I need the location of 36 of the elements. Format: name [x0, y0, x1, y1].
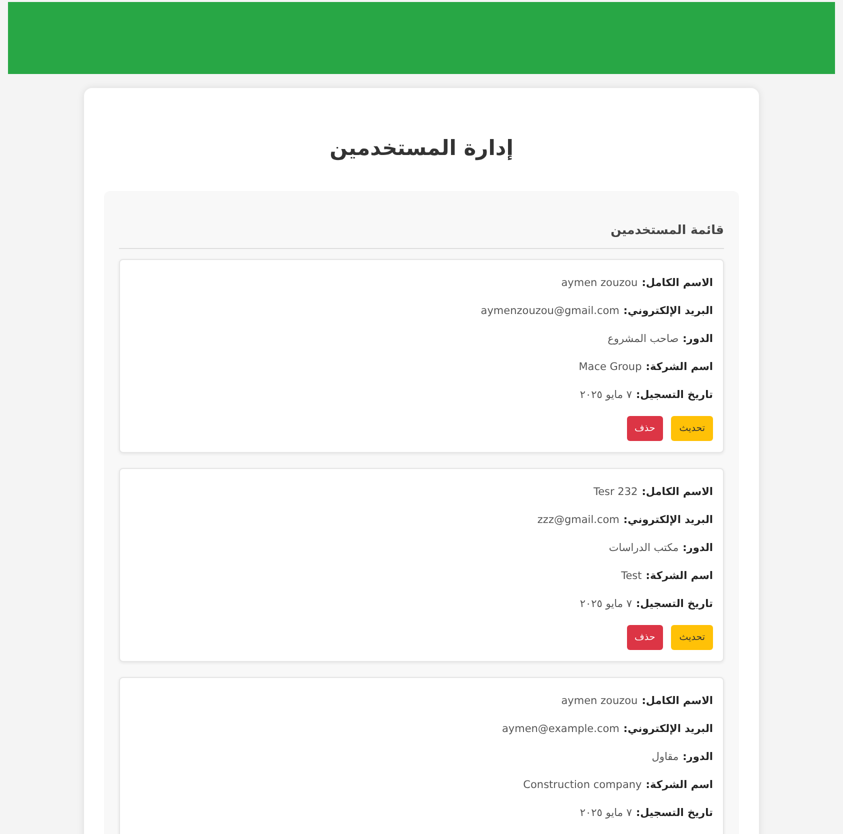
field-label: تاريخ التسجيل:: [636, 596, 713, 611]
field-value: مقاول: [652, 750, 679, 764]
field-value: aymen zouzou: [561, 276, 638, 290]
update-button[interactable]: تحديث: [671, 416, 713, 441]
field-value: صاحب المشروع: [608, 332, 679, 346]
field-value: aymen zouzou: [561, 694, 638, 708]
field-value: Test: [621, 568, 642, 583]
field-value: zzz@gmail.com: [537, 512, 620, 527]
field-label: الاسم الكامل:: [642, 694, 713, 708]
field-label: البريد الإلكتروني:: [623, 722, 713, 736]
field-label: اسم الشركة:: [646, 778, 713, 792]
field-value: ٧ مايو ٢٠٢٥: [580, 596, 632, 611]
field-value: aymenzouzou@gmail.com: [480, 304, 620, 318]
field-value: Mace Group: [578, 360, 642, 374]
field-label: تاريخ التسجيل:: [636, 806, 713, 820]
field-value: ٧ مايو ٢٠٢٥: [580, 388, 632, 402]
field-label: اسم الشركة:: [646, 568, 713, 583]
update-button[interactable]: تحديث: [671, 624, 713, 650]
field-label: الاسم الكامل:: [642, 484, 713, 499]
field-value: aymen@example.com: [502, 722, 620, 736]
field-label: البريد الإلكتروني:: [623, 304, 713, 318]
field-label: الدور:: [682, 332, 713, 346]
field-label: الدور:: [682, 750, 713, 764]
field-value: Construction company: [523, 778, 642, 792]
delete-button[interactable]: حذف: [626, 416, 664, 441]
field-label: الاسم الكامل:: [642, 276, 713, 290]
field-value: Tesr 232: [593, 484, 638, 499]
field-label: تاريخ التسجيل:: [636, 388, 713, 402]
field-label: البريد الإلكتروني:: [623, 512, 713, 527]
field-label: الدور:: [682, 540, 713, 555]
field-label: اسم الشركة:: [646, 360, 713, 374]
delete-button[interactable]: حذف: [626, 624, 664, 650]
page-title: إدارة المستخدمين: [330, 136, 514, 160]
section-title: قائمة المستخدمين: [119, 221, 724, 249]
field-value: مكتب الدراسات: [608, 540, 679, 555]
field-value: ٧ مايو ٢٠٢٥: [580, 806, 632, 820]
